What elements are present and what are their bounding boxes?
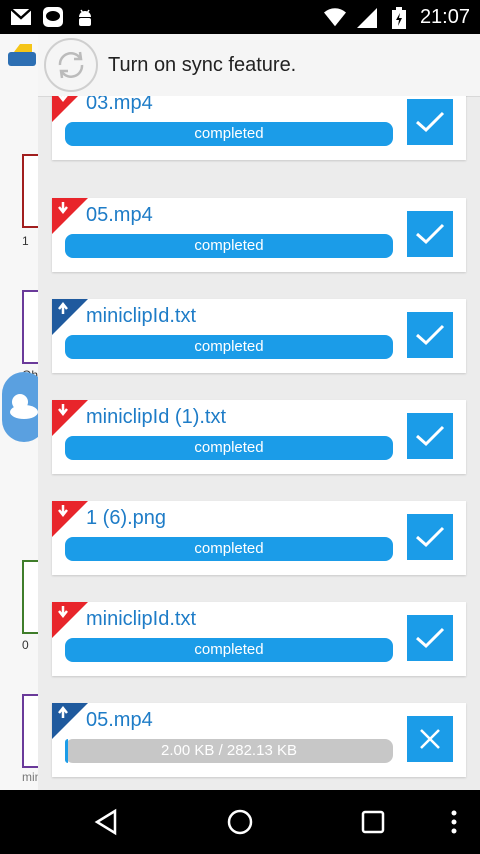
bg-label: 0 [22,638,29,652]
file-name: 1 (6).png [86,507,167,529]
check-icon [416,223,445,245]
transfer-item[interactable]: 05.mp4 2.00 KB / 282.13 KB [52,703,466,777]
progress-bar: completed [65,436,393,460]
home-icon [227,809,253,835]
transfer-item[interactable]: miniclipId (1).txt completed [52,400,466,474]
battery-icon [388,6,410,29]
status-text: completed [194,641,264,658]
status-text: completed [194,540,264,557]
status-text: completed [194,439,264,456]
transfer-item[interactable]: 05.mp4 completed [52,198,466,272]
status-text: 2.00 KB / 282.13 KB [161,742,297,759]
status-text: completed [194,237,264,254]
progress-bar: completed [65,537,393,561]
clock: 21:07 [419,6,470,28]
done-checkbox[interactable] [407,514,453,560]
transfer-item[interactable]: 03.mp4 completed [52,96,466,160]
home-button[interactable] [224,806,256,838]
transfer-item[interactable]: 1 (6).png completed [52,501,466,575]
recents-icon [361,810,385,834]
wifi-icon [323,7,346,29]
close-icon [420,729,440,749]
download-icon [52,96,78,122]
gmail-icon [10,6,32,28]
sync-label: Turn on sync feature. [108,53,297,76]
cancel-button[interactable] [407,716,453,762]
transfer-list[interactable]: 03.mp4 completed 05.mp4 completed minicl… [38,96,480,790]
upload-icon [52,299,88,335]
bg-label: 1 [22,234,29,248]
done-checkbox[interactable] [407,312,453,358]
file-name: 03.mp4 [86,96,153,114]
download-icon [52,198,88,234]
file-name: miniclipId (1).txt [86,406,227,428]
check-icon [416,111,445,133]
check-icon [416,627,445,649]
progress-bar: completed [65,335,393,359]
progress-bar: 2.00 KB / 282.13 KB [65,739,393,763]
progress-bar: completed [65,122,393,146]
transfer-panel: Turn on sync feature. 03.mp4 completed 0… [38,34,480,790]
done-checkbox[interactable] [407,413,453,459]
sync-bar[interactable]: Turn on sync feature. [38,34,480,97]
check-icon [416,425,445,447]
android-debug-icon [74,6,96,28]
file-name: miniclipId.txt [86,305,197,327]
status-bar: 21:07 [0,0,480,34]
background-app-strip: 1 Oh 0 min [0,34,46,790]
download-icon [52,400,88,436]
navigation-bar [0,790,480,854]
progress-bar: completed [65,234,393,258]
done-checkbox[interactable] [407,99,453,145]
status-text: completed [194,125,264,142]
drive-icon [6,42,36,70]
check-icon [416,324,445,346]
done-checkbox[interactable] [407,615,453,661]
back-icon [94,808,117,836]
file-name: 05.mp4 [86,709,153,731]
transfer-item[interactable]: miniclipId.txt completed [52,299,466,373]
line-icon [42,6,64,28]
status-text: completed [194,338,264,355]
more-icon [451,810,457,834]
sync-icon[interactable] [44,38,98,92]
download-icon [52,501,88,537]
more-button[interactable] [438,806,470,838]
done-checkbox[interactable] [407,211,453,257]
back-button[interactable] [90,806,122,838]
transfer-item[interactable]: miniclipId.txt completed [52,602,466,676]
signal-icon [356,7,378,29]
recents-button[interactable] [357,806,389,838]
download-icon [52,602,88,638]
file-name: 05.mp4 [86,204,153,226]
upload-icon [52,703,88,739]
file-name: miniclipId.txt [86,608,197,630]
check-icon [416,526,445,548]
progress-bar: completed [65,638,393,662]
